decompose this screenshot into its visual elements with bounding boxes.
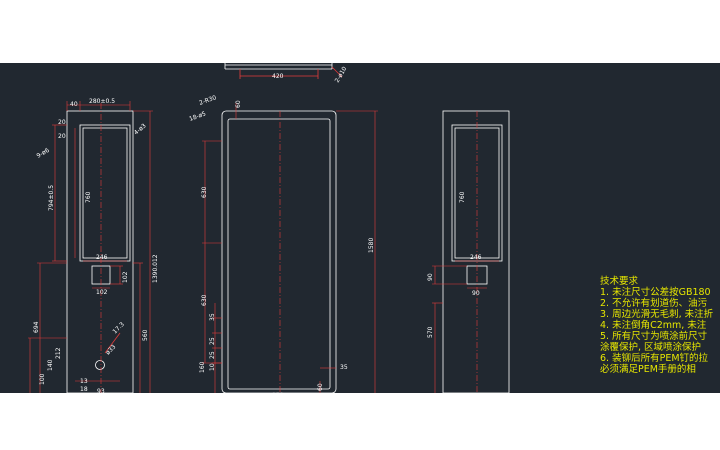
notes-item-3: 3. 周边光滑无毛刺, 未注折 (600, 309, 714, 320)
dim-left-box-w: 102 (96, 289, 108, 296)
right-view-dimensions (432, 111, 499, 393)
notes-item-6: 6. 装铆后所有PEM钉的拉 (600, 353, 709, 364)
dim-left-outer-h: 794±0.5 (48, 185, 55, 211)
dim-center-bottom-60: 60 (317, 383, 324, 391)
dim-left-lower-a: 100 (39, 373, 46, 385)
dim-center-small-a: 25 (209, 337, 216, 345)
dim-left-lower-b: 140 (47, 359, 54, 371)
notes-item-6b: 必须满足PEM手册的相 (600, 364, 696, 375)
dim-right-window-h: 760 (459, 191, 466, 203)
technical-requirements: 技术要求 1. 未注尺寸公差按GB180 2. 不允许有划道伤、油污 3. 周边… (600, 276, 720, 375)
dim-left-box-h: 102 (122, 271, 129, 283)
dim-right-window-w: 246 (470, 254, 482, 261)
notes-item-5b: 涂覆保护, 区域喷涂保护 (600, 342, 702, 353)
dim-left-hole: ø33 (104, 343, 117, 356)
dim-center-mark: 18-ø5 (188, 110, 207, 123)
dim-top-width: 420 (272, 73, 284, 80)
top-white-band (0, 0, 720, 63)
dim-right-box-w: 90 (472, 290, 480, 297)
notes-item-5: 5. 所有尺寸为喷涂前尺寸 (600, 331, 708, 342)
dim-left-slot: 9-ø6 (36, 147, 51, 160)
dim-center-height-b: 630 (201, 294, 208, 306)
dim-center-small-d: 160 (199, 361, 206, 373)
dim-right-lower-h: 570 (427, 326, 434, 338)
dim-left-window-h: 760 (85, 191, 92, 203)
right-view (442, 110, 510, 393)
dim-left-base-b: 18 (80, 386, 88, 393)
dim-left-overall-h: 1390.012 (152, 254, 159, 283)
dim-left-top-offset: 40 (70, 101, 78, 108)
dim-left-window-w: 246 (96, 254, 108, 261)
top-view (224, 63, 343, 79)
cad-drawing-canvas[interactable]: 420 2-ø10 40 280±0.5 20 20 9-ø6 4-ø3 760… (0, 63, 720, 393)
dim-left-side-b: 20 (58, 133, 66, 140)
notes-item-4: 4. 未注倒角C2mm, 未注 (600, 320, 707, 331)
dim-center-right-35: 35 (340, 364, 348, 371)
dim-right-box-h: 90 (427, 273, 434, 281)
dim-left-mid-h: 560 (142, 329, 149, 341)
center-view (221, 110, 337, 393)
dim-left-boss: 17.3 (111, 321, 126, 336)
dim-center-corner: 2-R30 (198, 94, 217, 107)
left-view-dimensions (28, 101, 153, 393)
dim-top-hole: 2-ø10 (334, 65, 349, 84)
dim-left-lower-c: 212 (55, 347, 62, 359)
dim-center-small-c: 10 (209, 363, 216, 371)
dim-center-height-c: 35 (209, 313, 216, 321)
dim-left-base-a: 13 (80, 378, 88, 385)
notes-title: 技术要求 (600, 276, 639, 287)
dim-center-overall: 1580 (368, 238, 375, 253)
notes-item-1: 1. 未注尺寸公差按GB180 (600, 287, 711, 298)
left-view (66, 110, 134, 393)
bottom-white-band (0, 393, 720, 450)
dim-center-height-a: 630 (201, 186, 208, 198)
dim-left-lower-h: 694 (33, 321, 40, 333)
dim-left-top-width: 280±0.5 (89, 98, 115, 105)
dim-left-side-a: 20 (58, 119, 66, 126)
dim-center-small-b: 25 (209, 351, 216, 359)
dim-center-top: 60 (235, 100, 242, 108)
dim-left-chamfer: 4-ø3 (133, 122, 148, 136)
notes-item-2: 2. 不允许有划道伤、油污 (600, 298, 708, 309)
